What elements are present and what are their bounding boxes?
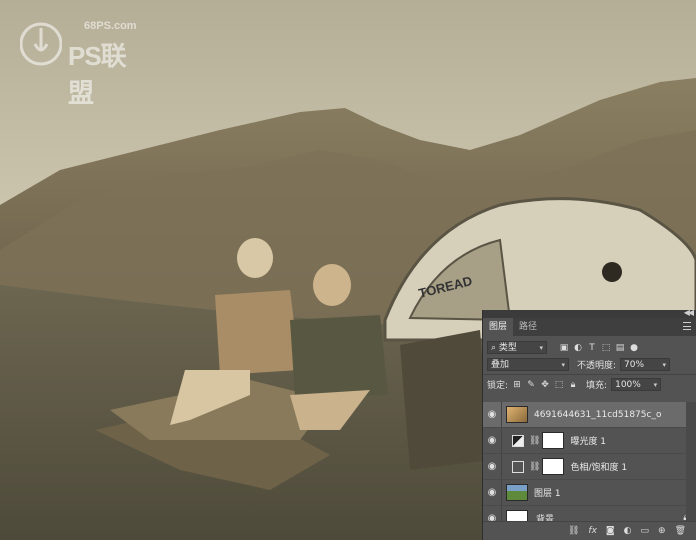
layer-name: 曝光度 1 xyxy=(570,437,607,447)
shape-filter-icon[interactable]: ⬚ xyxy=(601,343,611,353)
tent-vent xyxy=(602,262,622,282)
divider xyxy=(501,402,502,427)
blend-mode-value: 叠加 xyxy=(491,360,510,370)
backpack xyxy=(400,330,490,470)
opacity-value: 70% xyxy=(624,360,645,370)
link-layers-icon[interactable]: ⛓ xyxy=(568,526,579,536)
new-group-icon[interactable]: ▭ xyxy=(641,526,650,536)
panel-footer: ⛓ fx ◙ ◐ ▭ ⊕ 🗑︎ xyxy=(483,521,696,540)
panel-menu-icon[interactable] xyxy=(683,322,691,330)
divider xyxy=(501,454,502,479)
blend-row: 叠加 ▾ 不透明度: 70% ▾ xyxy=(483,356,696,373)
divider xyxy=(501,428,502,453)
link-icon[interactable]: ⛓ xyxy=(529,462,540,472)
chevron-down-icon: ▾ xyxy=(662,361,667,369)
fill-field[interactable]: 100% ▾ xyxy=(611,378,662,391)
layer-row-exposure[interactable]: ◉ ⛓ 曝光度 1 xyxy=(483,428,696,454)
lock-all-icon[interactable]: 🔒︎ xyxy=(568,380,578,390)
filter-toggle-icon[interactable]: ● xyxy=(629,343,639,353)
eye-icon[interactable]: ◉ xyxy=(483,409,501,420)
fill-value: 100% xyxy=(615,380,641,390)
adjustment-filter-icon[interactable]: ◐ xyxy=(573,343,583,353)
adjustment-layer-icon[interactable]: ◐ xyxy=(624,526,632,536)
watermark: 68PS.com PS联盟 xyxy=(20,20,150,108)
eye-icon[interactable]: ◉ xyxy=(483,487,501,498)
woman-head xyxy=(237,238,273,278)
layer-row-photo[interactable]: ◉ 4691644631_11cd51875c_o xyxy=(483,402,696,428)
panel-tabbar: 图层 路径 xyxy=(483,318,696,336)
add-mask-icon[interactable]: ◙ xyxy=(606,526,615,536)
filter-kind-label: 类型 xyxy=(498,343,517,353)
lock-position-icon[interactable]: ✥ xyxy=(540,380,550,390)
new-layer-icon[interactable]: ⊕ xyxy=(658,526,666,536)
layers-list: ◉ 4691644631_11cd51875c_o ◉ ⛓ 曝光度 1 ◉ ⛓ … xyxy=(483,402,696,532)
lock-artboard-icon[interactable]: ⬚ xyxy=(554,380,564,390)
layer-row-hue-saturation[interactable]: ◉ ⛓ 色相/饱和度 1 xyxy=(483,454,696,480)
chevron-down-icon: ▾ xyxy=(539,344,543,352)
lock-label: 锁定: xyxy=(487,381,509,391)
collapse-icon[interactable]: ◀◀ xyxy=(684,308,694,317)
man-head xyxy=(313,264,351,306)
layers-panel: ◀◀ 图层 路径 ⌕ 类型 ▾ ▣ ◐ T ⬚ ▤ ● 叠加 ▾ 不透明度: 7… xyxy=(483,308,696,540)
eye-icon[interactable]: ◉ xyxy=(483,435,501,446)
man-body xyxy=(290,315,388,398)
pixel-filter-icon[interactable]: ▣ xyxy=(559,343,569,353)
layers-scrollbar[interactable] xyxy=(686,402,696,522)
tab-layers[interactable]: 图层 xyxy=(483,318,514,336)
opacity-field[interactable]: 70% ▾ xyxy=(620,358,671,371)
watermark-name: PS联盟 xyxy=(68,41,127,108)
eye-icon[interactable]: ◉ xyxy=(483,461,501,472)
lock-image-icon[interactable]: ✎ xyxy=(526,380,536,390)
search-icon: ⌕ xyxy=(491,343,499,353)
layer-thumbnail xyxy=(506,484,528,501)
chevron-down-icon: ▾ xyxy=(561,361,565,369)
layer-mask-thumbnail xyxy=(542,432,565,449)
woman-body xyxy=(215,290,300,375)
opacity-label: 不透明度: xyxy=(577,361,617,371)
filter-row: ⌕ 类型 ▾ ▣ ◐ T ⬚ ▤ ● xyxy=(483,339,696,356)
watermark-logo-icon xyxy=(20,22,62,66)
divider xyxy=(501,480,502,505)
fx-button[interactable]: fx xyxy=(588,526,597,536)
lock-transparent-icon[interactable]: ⊞ xyxy=(512,380,522,390)
lock-row: 锁定: ⊞ ✎ ✥ ⬚ 🔒︎ 填充: 100% ▾ xyxy=(483,376,696,393)
layer-name: 4691644631_11cd51875c_o xyxy=(534,409,662,420)
layer-thumbnail xyxy=(506,406,528,423)
layer-name: 色相/饱和度 1 xyxy=(570,463,628,473)
link-icon[interactable]: ⛓ xyxy=(529,436,540,446)
blend-mode-select[interactable]: 叠加 ▾ xyxy=(487,358,569,371)
type-filter-icon[interactable]: T xyxy=(587,343,597,353)
watermark-site: 68PS.com xyxy=(84,20,137,32)
smart-object-filter-icon[interactable]: ▤ xyxy=(615,343,625,353)
tab-paths[interactable]: 路径 xyxy=(513,318,543,336)
panel-header: ◀◀ xyxy=(483,308,696,318)
hue-saturation-adjustment-icon xyxy=(512,460,524,473)
exposure-adjustment-icon xyxy=(512,434,524,447)
layer-name: 图层 1 xyxy=(534,489,561,499)
filter-kind-select[interactable]: ⌕ 类型 ▾ xyxy=(487,341,547,354)
divider xyxy=(483,374,696,375)
layer-row-layer1[interactable]: ◉ 图层 1 xyxy=(483,480,696,506)
trash-icon[interactable]: 🗑︎ xyxy=(675,526,686,536)
fill-label: 填充: xyxy=(586,381,608,391)
layer-mask-thumbnail xyxy=(542,458,565,475)
chevron-down-icon: ▾ xyxy=(653,381,658,389)
